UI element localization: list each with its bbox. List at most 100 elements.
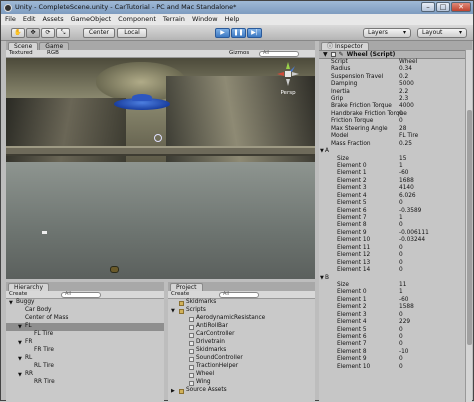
list-item[interactable]: ▼ RR bbox=[6, 371, 164, 379]
wheel-model[interactable] bbox=[110, 266, 119, 273]
tab-inspector[interactable]: ⓘ Inspector bbox=[321, 42, 370, 50]
property-value[interactable]: -10 bbox=[399, 349, 408, 356]
fold-arrow-icon[interactable]: ▼ bbox=[320, 275, 324, 281]
list-item[interactable]: ▼ Scripts bbox=[168, 307, 315, 315]
property-value[interactable]: 0.34 bbox=[399, 66, 412, 73]
property-value[interactable]: 4140 bbox=[399, 185, 414, 192]
list-item[interactable]: Skidmarks bbox=[168, 347, 315, 355]
property-value[interactable]: 0 bbox=[399, 267, 403, 274]
list-item[interactable]: ▼ FL bbox=[6, 323, 164, 331]
property-value[interactable]: 15 bbox=[399, 156, 406, 163]
property-value[interactable]: 11 bbox=[399, 282, 406, 289]
property-value[interactable]: 1 bbox=[399, 290, 403, 296]
property-value[interactable]: Wheel bbox=[399, 59, 417, 66]
menu-gameobject[interactable]: GameObject bbox=[71, 16, 112, 23]
list-item[interactable]: FL Tire bbox=[6, 331, 164, 339]
fold-arrow-icon[interactable]: ▼ bbox=[18, 324, 25, 330]
property-value[interactable]: 0.2 bbox=[399, 74, 408, 81]
pivot-center-button[interactable]: Center bbox=[83, 28, 115, 38]
property-value[interactable]: -60 bbox=[399, 171, 408, 177]
menu-edit[interactable]: Edit bbox=[23, 16, 36, 23]
layout-dropdown[interactable]: Layout ▾ bbox=[417, 28, 467, 38]
menu-window[interactable]: Window bbox=[192, 16, 218, 23]
fold-arrow-icon[interactable]: ▼ bbox=[323, 51, 328, 58]
list-item[interactable]: Center of Mass bbox=[6, 315, 164, 323]
list-item[interactable]: Car Body bbox=[6, 307, 164, 315]
tab-scene[interactable]: Scene bbox=[8, 42, 39, 50]
pause-button[interactable]: ❚❚ bbox=[231, 28, 246, 38]
menu-file[interactable]: File bbox=[5, 16, 16, 23]
tab-hierarchy[interactable]: Hierarchy bbox=[8, 283, 50, 291]
property-value[interactable]: 0 bbox=[399, 327, 403, 334]
component-header[interactable]: ▼ ✎ Wheel (Script) bbox=[319, 50, 465, 59]
list-item[interactable]: TractionHelper bbox=[168, 363, 315, 371]
fold-arrow-icon[interactable]: ▼ bbox=[9, 300, 16, 306]
list-item[interactable]: ▼ RL bbox=[6, 355, 164, 363]
list-item[interactable]: CarController bbox=[168, 331, 315, 339]
property-value[interactable]: 4000 bbox=[399, 104, 414, 110]
menu-assets[interactable]: Assets bbox=[42, 16, 63, 23]
project-search-input[interactable]: All bbox=[219, 291, 259, 298]
property-value[interactable]: 2.3 bbox=[399, 96, 408, 103]
fold-arrow-icon[interactable]: ▶ bbox=[171, 388, 177, 394]
fold-arrow-icon[interactable]: ▼ bbox=[18, 372, 25, 378]
tab-game[interactable]: Game bbox=[39, 42, 70, 50]
component-enabled-checkbox[interactable] bbox=[330, 52, 336, 57]
property-value[interactable]: 0.25 bbox=[399, 141, 412, 148]
menu-component[interactable]: Component bbox=[118, 16, 156, 23]
fold-arrow-icon[interactable]: ▼ bbox=[18, 340, 25, 346]
play-button[interactable]: ▶ bbox=[215, 28, 230, 38]
hierarchy-create-dropdown[interactable]: Create bbox=[9, 291, 35, 298]
inspector-scrollbar[interactable] bbox=[465, 50, 472, 402]
menu-help[interactable]: Help bbox=[225, 16, 240, 23]
property-value[interactable]: 0 bbox=[399, 260, 403, 267]
menu-terrain[interactable]: Terrain bbox=[163, 16, 185, 23]
property-value[interactable]: 1688 bbox=[399, 178, 414, 185]
scale-tool-button[interactable]: ⤡ bbox=[56, 28, 70, 38]
property-value[interactable]: 0 bbox=[399, 312, 403, 319]
list-item[interactable]: ▼ FR bbox=[6, 339, 164, 347]
property-value[interactable]: FL Tire bbox=[399, 133, 418, 140]
list-item[interactable]: Wing bbox=[168, 379, 315, 387]
property-value[interactable]: 1 bbox=[399, 215, 403, 222]
list-item[interactable]: Skidmarks bbox=[168, 299, 315, 307]
list-item[interactable]: SoundController bbox=[168, 355, 315, 363]
property-value[interactable]: 229 bbox=[399, 319, 410, 326]
close-icon[interactable]: ✕ bbox=[451, 2, 471, 12]
fold-arrow-icon[interactable]: ▼ bbox=[320, 149, 324, 154]
gizmos-dropdown[interactable]: Gizmos bbox=[229, 50, 255, 57]
fold-arrow-icon[interactable]: ▼ bbox=[171, 308, 177, 314]
property-value[interactable]: -0.006111 bbox=[399, 230, 429, 237]
tab-project[interactable]: Project bbox=[170, 283, 203, 291]
list-item[interactable]: ▶ Source Assets bbox=[168, 387, 315, 395]
layers-dropdown[interactable]: Layers ▾ bbox=[363, 28, 411, 38]
list-item[interactable]: RR Tire bbox=[6, 379, 164, 387]
move-tool-button[interactable]: ✥ bbox=[26, 28, 40, 38]
property-value[interactable]: -0.3589 bbox=[399, 208, 421, 215]
property-value[interactable]: 1 bbox=[399, 163, 403, 170]
step-button[interactable]: ▶| bbox=[247, 28, 262, 38]
scrollbar-thumb[interactable] bbox=[467, 110, 472, 345]
project-create-dropdown[interactable]: Create bbox=[171, 291, 197, 298]
property-value[interactable]: 0 bbox=[399, 200, 403, 207]
property-value[interactable]: 6.026 bbox=[399, 193, 416, 200]
list-item[interactable]: AerodynamicResistance bbox=[168, 315, 315, 323]
property-value[interactable]: 0 bbox=[399, 223, 403, 229]
maximize-icon[interactable]: □ bbox=[436, 2, 450, 12]
property-value[interactable]: -0.03244 bbox=[399, 238, 425, 244]
property-value[interactable]: 0 bbox=[399, 364, 403, 371]
property-value[interactable]: 0 bbox=[399, 342, 403, 348]
buggy-model[interactable] bbox=[114, 94, 170, 110]
property-value[interactable]: 2.2 bbox=[399, 89, 408, 96]
list-item[interactable]: RL Tire bbox=[6, 363, 164, 371]
scene-viewport[interactable]: Persp bbox=[6, 58, 315, 279]
render-mode-dropdown[interactable]: Textured bbox=[9, 50, 43, 57]
property-value[interactable]: 0 bbox=[399, 111, 403, 118]
property-value[interactable]: 1588 bbox=[399, 304, 414, 311]
property-value[interactable]: 0 bbox=[399, 252, 403, 259]
list-item[interactable]: AntiRollBar bbox=[168, 323, 315, 331]
scene-gizmo-icon[interactable]: Persp bbox=[275, 60, 301, 96]
scene-search-input[interactable]: All bbox=[259, 50, 299, 57]
pivot-local-button[interactable]: Local bbox=[117, 28, 147, 38]
property-value[interactable]: 0 bbox=[399, 245, 403, 252]
